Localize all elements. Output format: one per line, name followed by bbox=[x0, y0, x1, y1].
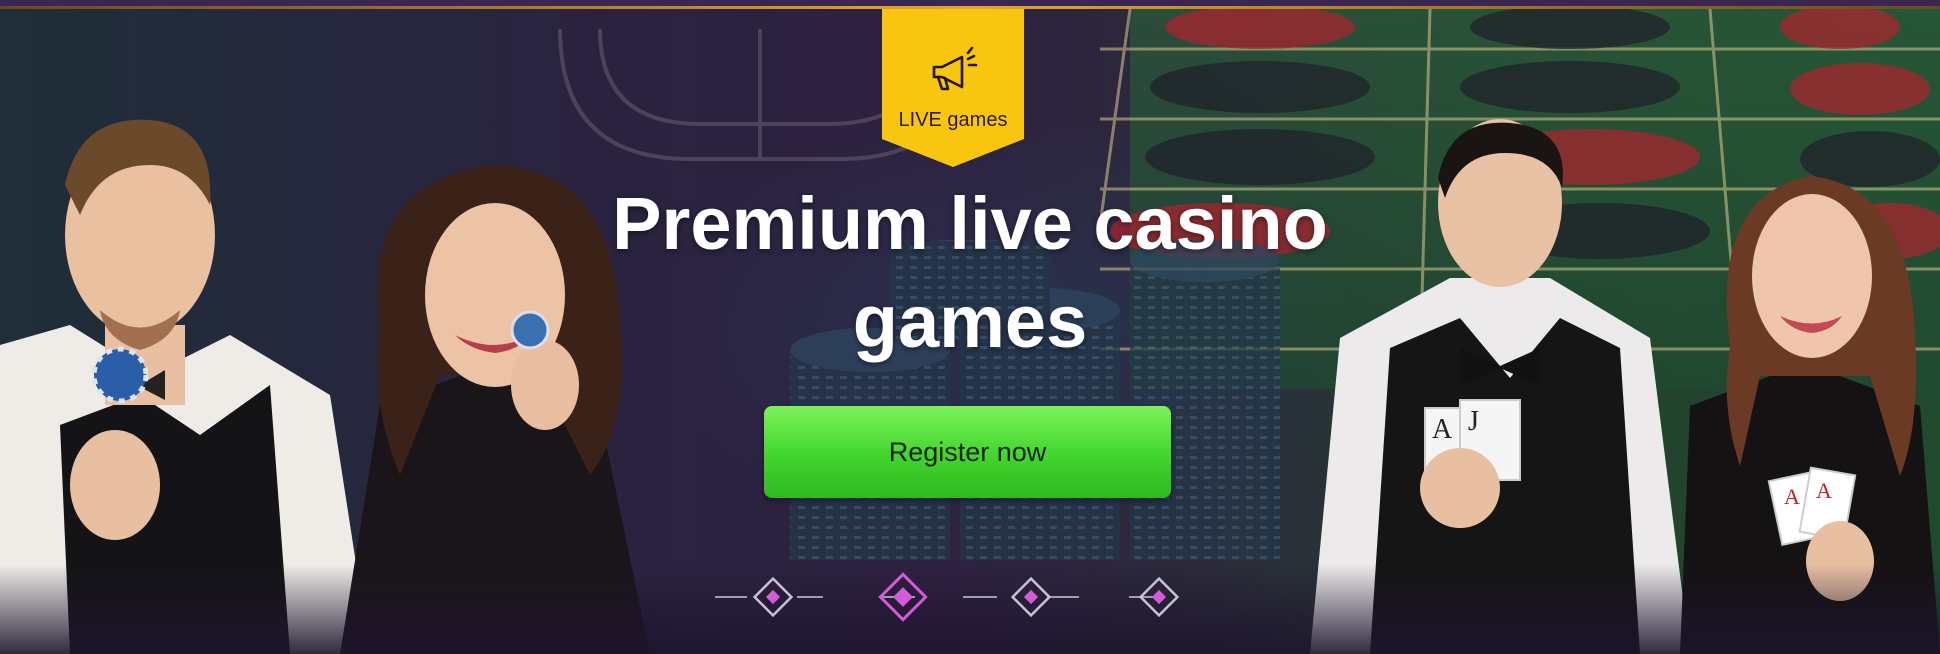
pager-dot-3[interactable] bbox=[1009, 575, 1053, 619]
svg-text:J: J bbox=[1468, 406, 1479, 437]
register-now-button[interactable]: Register now bbox=[764, 406, 1171, 498]
hero-headline: Premium live casino games bbox=[520, 175, 1420, 371]
headline-line-2: games bbox=[852, 280, 1088, 363]
top-border bbox=[0, 0, 1940, 9]
svg-text:A: A bbox=[1784, 484, 1800, 509]
promo-banner: A J A A LIVE games Premium live casino g… bbox=[0, 0, 1940, 654]
badge-label: LIVE games bbox=[898, 109, 1008, 131]
pager-dot-2-active[interactable] bbox=[876, 570, 930, 624]
headline-line-1: Premium live casino bbox=[612, 182, 1328, 265]
megaphone-icon bbox=[932, 46, 978, 91]
live-games-badge[interactable]: LIVE games bbox=[882, 9, 1024, 167]
svg-text:A: A bbox=[1816, 478, 1832, 503]
pager-dot-4[interactable] bbox=[1137, 575, 1181, 619]
pager-dot-1[interactable] bbox=[751, 575, 795, 619]
svg-text:A: A bbox=[1432, 414, 1453, 445]
